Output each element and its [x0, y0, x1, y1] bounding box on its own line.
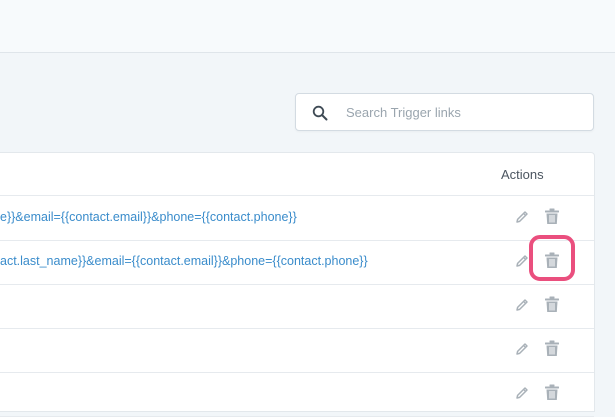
trigger-links-table: Actions e}}&email={{contact.email}}&phon…: [0, 152, 595, 417]
trash-icon[interactable]: [544, 340, 560, 357]
table-row: e}}&email={{contact.email}}&phone={{cont…: [0, 196, 594, 241]
table-row: act.last_name}}&email={{contact.email}}&…: [0, 240, 594, 285]
trash-icon[interactable]: [544, 384, 560, 401]
search-input[interactable]: [346, 94, 576, 130]
top-bar: [0, 0, 615, 53]
trigger-link-url[interactable]: act.last_name}}&email={{contact.email}}&…: [0, 254, 368, 268]
table-row: [0, 328, 594, 373]
pencil-icon[interactable]: [514, 341, 530, 357]
trash-icon[interactable]: [544, 208, 560, 225]
pencil-icon[interactable]: [514, 209, 530, 225]
delete-highlight-ring: [529, 235, 575, 281]
search-icon: [312, 105, 328, 121]
trigger-link-url[interactable]: e}}&email={{contact.email}}&phone={{cont…: [0, 210, 297, 224]
table-row: [0, 284, 594, 329]
trash-icon[interactable]: [544, 296, 560, 313]
search-box[interactable]: [295, 93, 594, 131]
pencil-icon[interactable]: [514, 385, 530, 401]
actions-column-header: Actions: [501, 167, 544, 182]
table-header: Actions: [0, 153, 594, 196]
pencil-icon[interactable]: [514, 297, 530, 313]
pencil-icon[interactable]: [514, 253, 530, 269]
table-row: [0, 372, 594, 417]
